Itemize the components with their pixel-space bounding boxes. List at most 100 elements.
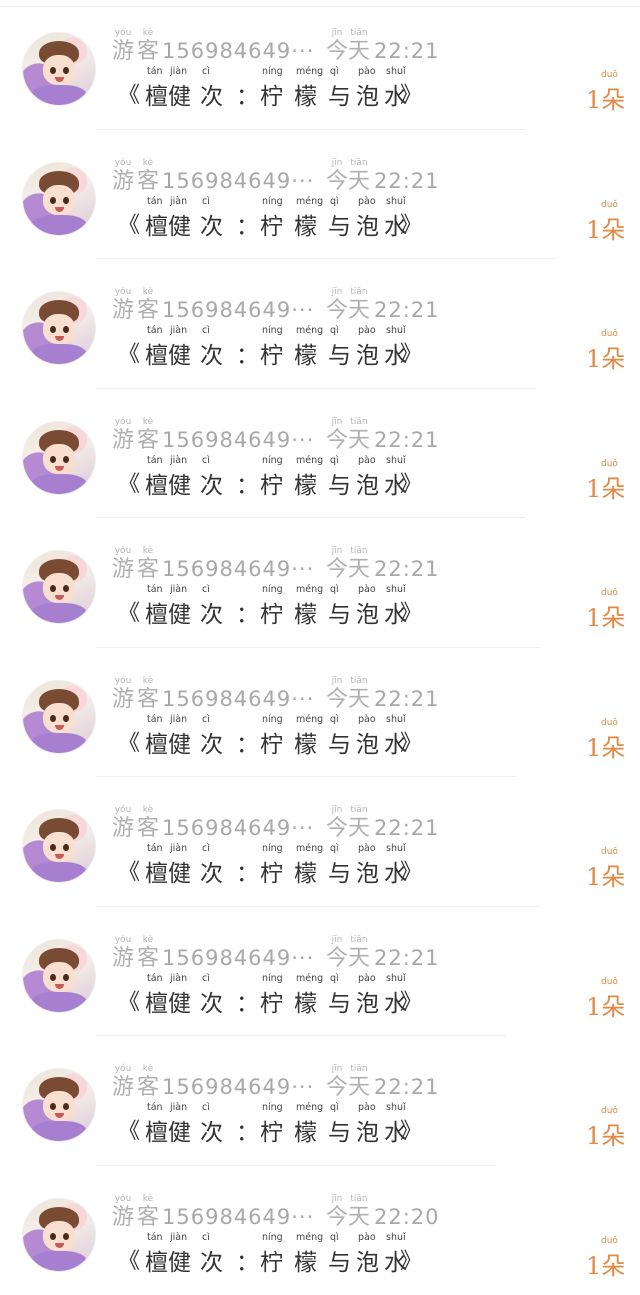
title-pinyin: jiàn (170, 843, 187, 854)
title-pinyin: tán (147, 455, 163, 466)
meta-line: yóu游kè客156984649···jīn今tiān天22:21 (112, 676, 442, 716)
title-pinyin: qì (330, 455, 339, 466)
hanzi: 天 (348, 169, 370, 195)
title-pinyin: níng (262, 1102, 283, 1113)
avatar[interactable] (22, 421, 96, 495)
count-text: 1朵 (586, 728, 625, 763)
user-label-char: yóu游 (112, 546, 134, 583)
list-item[interactable]: yóu游kè客156984649···jīn今tiān天22:21《tán檀ji… (0, 907, 640, 1037)
count-pinyin: duǒ (601, 200, 618, 210)
avatar[interactable] (22, 680, 96, 754)
pinyin: yóu (112, 1194, 134, 1205)
title-char: ： (236, 984, 259, 1018)
title-char: 檬 (294, 1113, 317, 1147)
list-item[interactable]: yóu游kè客156984649···jīn今tiān天22:21《tán檀ji… (0, 777, 640, 907)
avatar[interactable] (22, 939, 96, 1013)
time-label-char: jīn今 (326, 287, 348, 324)
avatar-eye (50, 326, 56, 333)
count-text: 1朵 (586, 1246, 625, 1281)
meta-line: yóu游kè客156984649···jīn今tiān天22:21 (112, 28, 442, 68)
title-pinyin: méng (296, 325, 323, 336)
gift-title: 《tán檀jiàn健cì次：níng柠méng檬qì与pào泡shuǐ水》 (118, 66, 438, 110)
avatar[interactable] (22, 1068, 96, 1142)
title-char: 健 (168, 725, 191, 759)
count-text: 1朵 (586, 598, 625, 633)
title-pinyin: méng (296, 455, 323, 466)
hanzi: 客 (137, 557, 159, 583)
user-label-char: yóu游 (112, 28, 134, 65)
title-pinyin: pào (358, 1102, 376, 1113)
title-pinyin: méng (296, 196, 323, 207)
avatar[interactable] (22, 291, 96, 365)
meta-line: yóu游kè客156984649···jīn今tiān天22:21 (112, 935, 442, 975)
title-char: ： (236, 77, 259, 111)
count-text: 1朵 (586, 339, 625, 374)
hanzi: 客 (137, 39, 159, 65)
list-item[interactable]: yóu游kè客156984649···jīn今tiān天22:21《tán檀ji… (0, 0, 640, 130)
title-pinyin: níng (262, 455, 283, 466)
title-char: 檀 (145, 1113, 168, 1147)
time-label-char: jīn今 (326, 28, 348, 65)
avatar-eye (63, 326, 69, 333)
avatar[interactable] (22, 550, 96, 624)
title-char: 柠 (260, 466, 283, 500)
gift-count: duǒ1朵 (586, 70, 626, 110)
close-quote: 》 (400, 466, 422, 498)
pinyin: tiān (348, 935, 370, 946)
count-pinyin: duǒ (601, 70, 618, 80)
list-item[interactable]: yóu游kè客156984649···jīn今tiān天22:21《tán檀ji… (0, 518, 640, 648)
avatar-eye (63, 197, 69, 204)
title-pinyin: shuǐ (386, 196, 406, 207)
user-id: 156984649··· (162, 687, 314, 711)
title-char: 健 (168, 77, 191, 111)
avatar[interactable] (22, 32, 96, 106)
title-pinyin: cì (202, 973, 210, 984)
time-label-char: tiān天 (348, 28, 370, 65)
count-text: 1朵 (586, 987, 625, 1022)
avatar-eye (50, 197, 56, 204)
list-item[interactable]: yóu游kè客156984649···jīn今tiān天22:21《tán檀ji… (0, 1036, 640, 1166)
pinyin: tiān (348, 1194, 370, 1205)
timestamp: 22:21 (374, 39, 440, 63)
pinyin: kè (137, 546, 159, 557)
close-quote: 》 (400, 984, 422, 1016)
hanzi: 客 (137, 428, 159, 454)
title-char: ： (236, 1113, 259, 1147)
avatar-eye (50, 67, 56, 74)
time-label-char: tiān天 (348, 805, 370, 842)
avatar-eye (50, 844, 56, 851)
hanzi: 今 (326, 39, 348, 65)
list-item[interactable]: yóu游kè客156984649···jīn今tiān天22:21《tán檀ji… (0, 130, 640, 260)
title-pinyin: jiàn (170, 196, 187, 207)
hanzi: 游 (112, 169, 134, 195)
title-char: 健 (168, 1243, 191, 1277)
hanzi: 天 (348, 1075, 370, 1101)
pinyin: yóu (112, 287, 134, 298)
user-label-char: kè客 (137, 546, 159, 583)
list-item[interactable]: yóu游kè客156984649···jīn今tiān天22:21《tán檀ji… (0, 259, 640, 389)
pinyin: tiān (348, 158, 370, 169)
avatar-shirt (31, 862, 87, 883)
title-pinyin: cì (202, 196, 210, 207)
count-text: 1朵 (586, 857, 625, 892)
title-char: 柠 (260, 595, 283, 629)
open-quote: 《 (118, 466, 140, 498)
avatar-shirt (31, 85, 87, 106)
avatar-eye (50, 585, 56, 592)
timestamp: 22:21 (374, 687, 440, 711)
title-char: 檀 (145, 854, 168, 888)
pinyin: yóu (112, 676, 134, 687)
time-label-char: tiān天 (348, 158, 370, 195)
title-char: 次 (200, 207, 223, 241)
list-item[interactable]: yóu游kè客156984649···jīn今tiān天22:21《tán檀ji… (0, 389, 640, 519)
avatar[interactable] (22, 1198, 96, 1272)
user-id: 156984649··· (162, 557, 314, 581)
avatar[interactable] (22, 162, 96, 236)
title-pinyin: tán (147, 714, 163, 725)
avatar[interactable] (22, 809, 96, 883)
meta-line: yóu游kè客156984649···jīn今tiān天22:20 (112, 1194, 442, 1234)
title-pinyin: shuǐ (386, 714, 406, 725)
title-pinyin: cì (202, 1102, 210, 1113)
list-item[interactable]: yóu游kè客156984649···jīn今tiān天22:21《tán檀ji… (0, 648, 640, 778)
list-item[interactable]: yóu游kè客156984649···jīn今tiān天22:20《tán檀ji… (0, 1166, 640, 1295)
